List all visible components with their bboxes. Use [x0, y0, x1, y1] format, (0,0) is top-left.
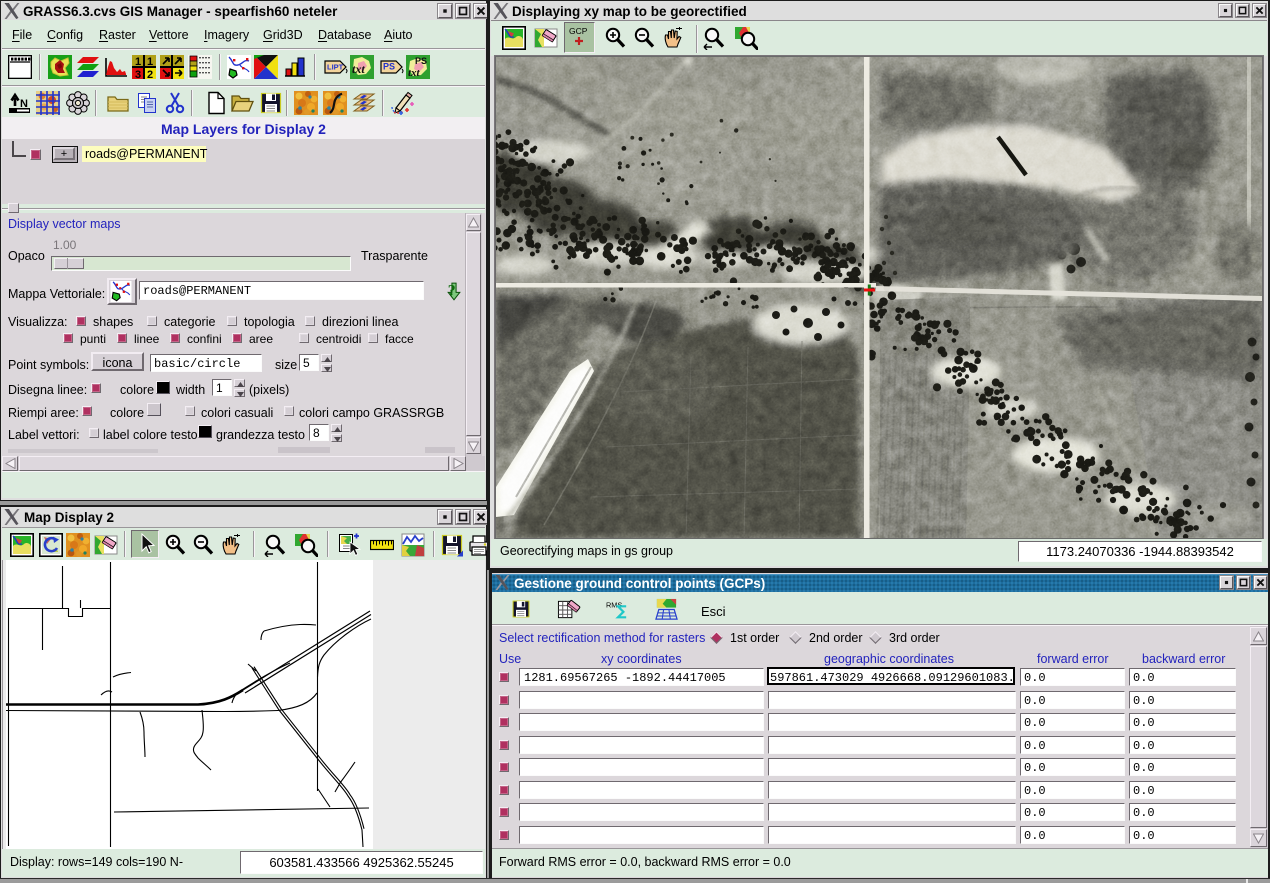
svg-text:3: 3: [135, 69, 141, 79]
svg-text:PS: PS: [415, 56, 427, 66]
svg-text:txt: txt: [352, 62, 365, 76]
svg-text:1: 1: [135, 56, 141, 68]
svg-text:2: 2: [147, 69, 153, 79]
svg-text:LIPT: LIPT: [327, 63, 344, 72]
svg-text:GCP: GCP: [569, 26, 588, 36]
svg-text:1: 1: [147, 56, 153, 68]
svg-text:txt: txt: [408, 67, 421, 79]
svg-text:?: ?: [448, 283, 456, 300]
svg-text:PS: PS: [383, 62, 395, 72]
